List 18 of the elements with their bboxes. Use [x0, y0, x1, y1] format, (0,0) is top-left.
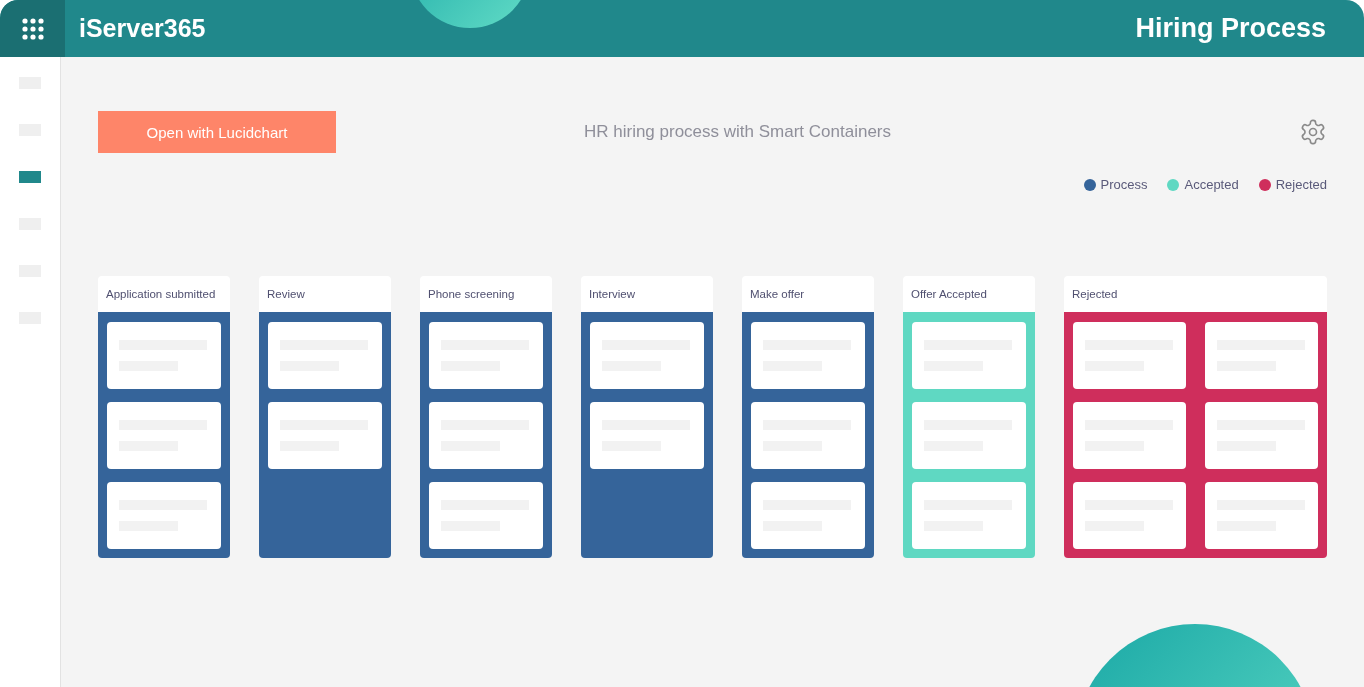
legend-label: Rejected — [1275, 177, 1327, 192]
brand-name: iServer365 — [79, 14, 207, 43]
sidebar-item[interactable] — [19, 171, 41, 183]
legend-label: Accepted — [1184, 177, 1239, 192]
column-header: Offer Accepted — [903, 276, 1035, 312]
settings-icon[interactable] — [1299, 118, 1327, 146]
column-header: Make offer — [742, 276, 874, 312]
page-title: Hiring Process — [1135, 13, 1326, 44]
column-header: Review — [259, 276, 391, 312]
grid-icon — [21, 17, 44, 40]
column-header: Phone screening — [420, 276, 552, 312]
legend-label: Process — [1100, 177, 1148, 192]
apps-menu-button[interactable] — [0, 0, 65, 57]
diagram-title: HR hiring process with Smart Containers — [582, 122, 893, 142]
open-lucidchart-button[interactable]: Open with Lucidchart — [98, 111, 336, 153]
column-header: Application submitted — [98, 276, 230, 312]
column-header: Interview — [581, 276, 713, 312]
column-header: Rejected — [1064, 276, 1327, 312]
